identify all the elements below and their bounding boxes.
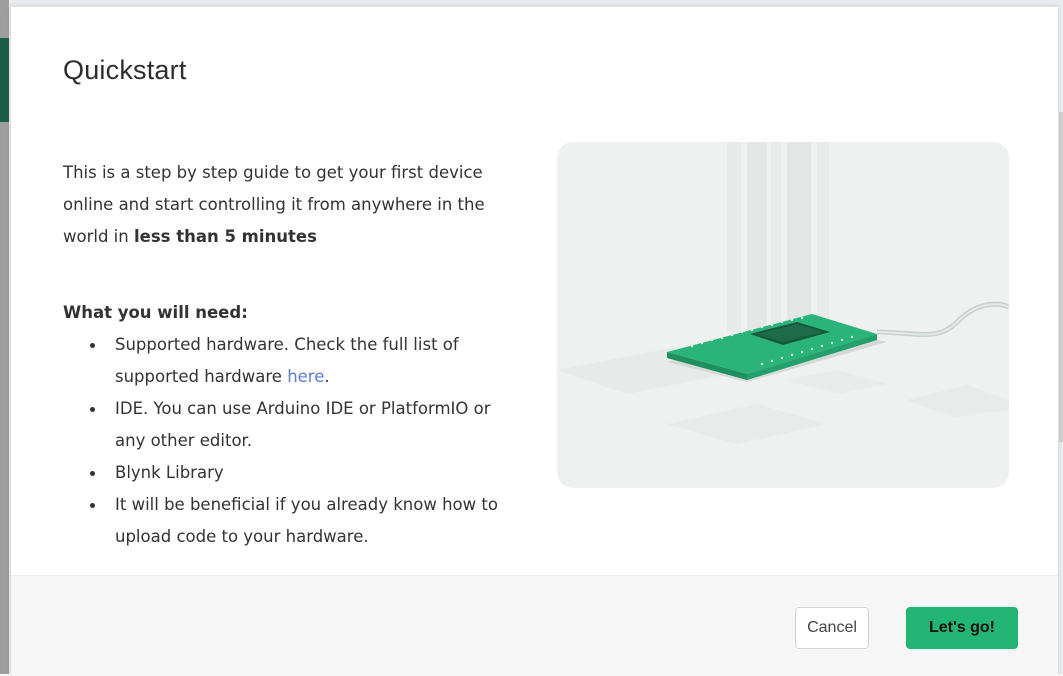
- hardware-list-link[interactable]: here: [287, 367, 324, 386]
- needs-item-ide: IDE. You can use Arduino IDE or Platform…: [90, 393, 523, 457]
- intro-paragraph: This is a step by step guide to get your…: [63, 157, 523, 253]
- modal-title: Quickstart: [63, 55, 187, 85]
- intro-bold: less than 5 minutes: [133, 227, 317, 246]
- circuit-board-icon: [557, 142, 1009, 444]
- quickstart-modal: Quickstart This is a step by step guide …: [11, 6, 1058, 676]
- needs-heading: What you will need:: [63, 303, 248, 322]
- needs-list: Supported hardware. Check the full list …: [63, 329, 523, 553]
- backdrop-scrollbar[interactable]: [1059, 112, 1063, 442]
- needs-item-suffix: .: [324, 367, 330, 386]
- circuit-board-illustration: [557, 142, 1009, 488]
- needs-item-hardware: Supported hardware. Check the full list …: [90, 329, 523, 393]
- modal-content: This is a step by step guide to get your…: [63, 157, 523, 553]
- lets-go-button[interactable]: Let's go!: [906, 607, 1018, 649]
- backdrop-sidebar-edge: [0, 0, 9, 674]
- needs-item-upload: It will be beneficial if you already kno…: [90, 489, 523, 553]
- needs-item-library: Blynk Library: [90, 457, 523, 489]
- cancel-button[interactable]: Cancel: [795, 607, 869, 649]
- modal-footer: Cancel Let's go!: [11, 575, 1058, 676]
